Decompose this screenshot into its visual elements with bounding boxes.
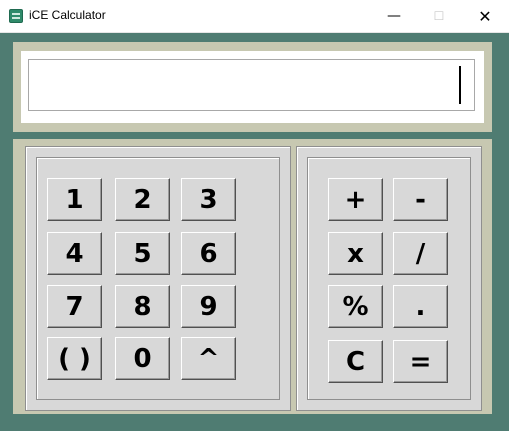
key-4[interactable]: 4 bbox=[47, 232, 102, 275]
key-multiply[interactable]: x bbox=[328, 232, 383, 275]
key-9[interactable]: 9 bbox=[181, 285, 236, 328]
key-minus[interactable]: - bbox=[393, 178, 448, 221]
key-plus[interactable]: + bbox=[328, 178, 383, 221]
digits-group-inner: 1 2 3 4 5 6 7 8 9 ( ) 0 ^ bbox=[36, 157, 280, 400]
operators-group: + - x / % . C = bbox=[296, 146, 482, 411]
display-panel bbox=[13, 42, 492, 132]
operators-group-inner: + - x / % . C = bbox=[307, 157, 471, 400]
keys-panel: 1 2 3 4 5 6 7 8 9 ( ) 0 ^ + - x / % . C … bbox=[13, 139, 492, 414]
key-divide[interactable]: / bbox=[393, 232, 448, 275]
key-1[interactable]: 1 bbox=[47, 178, 102, 221]
key-equals[interactable]: = bbox=[393, 340, 448, 383]
text-caret bbox=[459, 66, 461, 104]
key-clear[interactable]: C bbox=[328, 340, 383, 383]
key-6[interactable]: 6 bbox=[181, 232, 236, 275]
display-field[interactable] bbox=[28, 59, 475, 111]
key-3[interactable]: 3 bbox=[181, 178, 236, 221]
digits-group: 1 2 3 4 5 6 7 8 9 ( ) 0 ^ bbox=[25, 146, 291, 411]
key-decimal[interactable]: . bbox=[393, 285, 448, 328]
key-0[interactable]: 0 bbox=[115, 337, 170, 380]
key-2[interactable]: 2 bbox=[115, 178, 170, 221]
display-frame bbox=[21, 51, 484, 123]
key-8[interactable]: 8 bbox=[115, 285, 170, 328]
calculator-body: 1 2 3 4 5 6 7 8 9 ( ) 0 ^ + - x / % . C … bbox=[0, 33, 509, 431]
close-button[interactable]: ✕ bbox=[462, 0, 508, 32]
window-title: iCE Calculator bbox=[29, 8, 106, 22]
maximize-button[interactable]: ☐ bbox=[416, 0, 462, 32]
key-5[interactable]: 5 bbox=[115, 232, 170, 275]
minimize-button[interactable]: — bbox=[371, 0, 417, 32]
calculator-icon bbox=[9, 9, 23, 23]
key-parentheses[interactable]: ( ) bbox=[47, 337, 102, 380]
key-percent[interactable]: % bbox=[328, 285, 383, 328]
title-bar: iCE Calculator — ☐ ✕ bbox=[0, 0, 509, 33]
key-power[interactable]: ^ bbox=[181, 337, 236, 380]
key-7[interactable]: 7 bbox=[47, 285, 102, 328]
